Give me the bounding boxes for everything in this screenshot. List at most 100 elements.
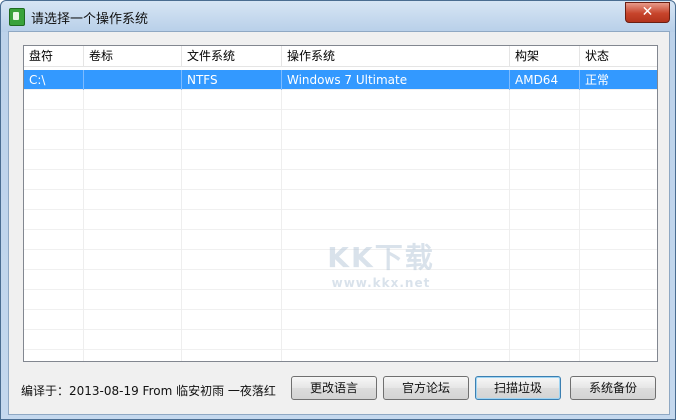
system-backup-button[interactable]: 系统备份 xyxy=(570,376,656,400)
grid-line xyxy=(509,90,510,110)
grid-line xyxy=(83,330,84,350)
cell-label xyxy=(84,70,182,90)
title-bar[interactable]: 请选择一个操作系统 ✕ xyxy=(1,1,675,31)
grid-line xyxy=(181,190,182,210)
grid-line xyxy=(579,90,580,110)
grid-line xyxy=(181,330,182,350)
grid-line xyxy=(83,310,84,330)
cell-arch: AMD64 xyxy=(510,70,580,90)
grid-line xyxy=(579,250,580,270)
grid-line xyxy=(83,130,84,150)
empty-grid-row xyxy=(24,210,657,230)
app-icon xyxy=(9,8,25,26)
grid-line xyxy=(579,110,580,130)
grid-line xyxy=(509,330,510,350)
scan-junk-button[interactable]: 扫描垃圾 xyxy=(475,376,561,400)
grid-line xyxy=(509,190,510,210)
grid-line xyxy=(509,150,510,170)
close-button[interactable]: ✕ xyxy=(625,2,670,23)
grid-line xyxy=(281,210,282,230)
grid-line xyxy=(579,230,580,250)
grid-line xyxy=(281,130,282,150)
grid-line xyxy=(83,290,84,310)
grid-line xyxy=(579,330,580,350)
grid-line xyxy=(181,210,182,230)
grid-line xyxy=(509,310,510,330)
empty-grid-row xyxy=(24,90,657,110)
column-header-os[interactable]: 操作系统 xyxy=(282,46,510,66)
client-area: 盘符 卷标 文件系统 操作系统 构架 状态 C:\ NTFS Windows 7… xyxy=(8,31,670,415)
column-header-filesystem[interactable]: 文件系统 xyxy=(182,46,282,66)
empty-grid-row xyxy=(24,230,657,250)
grid-line xyxy=(579,170,580,190)
column-header-status[interactable]: 状态 xyxy=(580,46,657,66)
grid-line xyxy=(579,290,580,310)
grid-line xyxy=(281,250,282,270)
grid-line xyxy=(509,230,510,250)
cell-status: 正常 xyxy=(585,73,610,87)
grid-line xyxy=(509,290,510,310)
grid-line xyxy=(509,170,510,190)
column-header-arch[interactable]: 构架 xyxy=(510,46,580,66)
grid-line xyxy=(281,190,282,210)
cell-filesystem: NTFS xyxy=(182,70,282,90)
grid-line xyxy=(281,110,282,130)
grid-line xyxy=(579,190,580,210)
grid-line xyxy=(509,250,510,270)
grid-line xyxy=(83,90,84,110)
empty-grid-row xyxy=(24,110,657,130)
grid-line xyxy=(181,130,182,150)
grid-line xyxy=(83,190,84,210)
grid-line xyxy=(83,230,84,250)
grid-line xyxy=(181,290,182,310)
grid-line xyxy=(281,230,282,250)
empty-grid-row xyxy=(24,350,657,361)
grid-line xyxy=(281,90,282,110)
empty-grid-row xyxy=(24,170,657,190)
grid-line xyxy=(83,270,84,290)
grid-line xyxy=(83,250,84,270)
empty-grid-row xyxy=(24,150,657,170)
grid-line xyxy=(181,230,182,250)
empty-grid-row xyxy=(24,270,657,290)
grid-line xyxy=(83,150,84,170)
grid-line xyxy=(181,90,182,110)
empty-grid-row xyxy=(24,330,657,350)
grid-line xyxy=(83,350,84,361)
grid-line xyxy=(509,270,510,290)
grid-line xyxy=(181,170,182,190)
cell-os: Windows 7 Ultimate xyxy=(282,70,510,90)
change-language-button[interactable]: 更改语言 xyxy=(291,376,377,400)
grid-line xyxy=(181,270,182,290)
app-window: 请选择一个操作系统 ✕ 盘符 卷标 文件系统 操作系统 构架 状态 C:\ NT… xyxy=(0,0,676,420)
grid-line xyxy=(281,170,282,190)
column-header-drive[interactable]: 盘符 xyxy=(24,46,84,66)
empty-grid-row xyxy=(24,250,657,270)
grid-line xyxy=(579,150,580,170)
grid-line xyxy=(281,350,282,361)
grid-line xyxy=(181,150,182,170)
grid-line xyxy=(281,310,282,330)
grid-line xyxy=(579,310,580,330)
grid-line xyxy=(579,270,580,290)
table-row[interactable]: C:\ NTFS Windows 7 Ultimate AMD64 正常 xyxy=(24,70,657,90)
grid-line xyxy=(83,210,84,230)
list-header: 盘符 卷标 文件系统 操作系统 构架 状态 xyxy=(24,46,657,67)
column-header-label[interactable]: 卷标 xyxy=(84,46,182,66)
empty-grid-row xyxy=(24,290,657,310)
grid-line xyxy=(181,310,182,330)
grid-line xyxy=(83,110,84,130)
grid-line xyxy=(281,330,282,350)
grid-line xyxy=(579,350,580,361)
grid-line xyxy=(281,150,282,170)
build-info: 编译于：2013-08-19 From 临安初雨 一夜落红 xyxy=(21,384,276,398)
cell-drive: C:\ xyxy=(24,70,84,90)
grid-line xyxy=(509,350,510,361)
grid-line xyxy=(181,250,182,270)
grid-line xyxy=(509,210,510,230)
os-list[interactable]: 盘符 卷标 文件系统 操作系统 构架 状态 C:\ NTFS Windows 7… xyxy=(23,45,658,362)
official-forum-button[interactable]: 官方论坛 xyxy=(383,376,469,400)
grid-line xyxy=(579,210,580,230)
grid-line xyxy=(579,130,580,150)
empty-grid-row xyxy=(24,190,657,210)
